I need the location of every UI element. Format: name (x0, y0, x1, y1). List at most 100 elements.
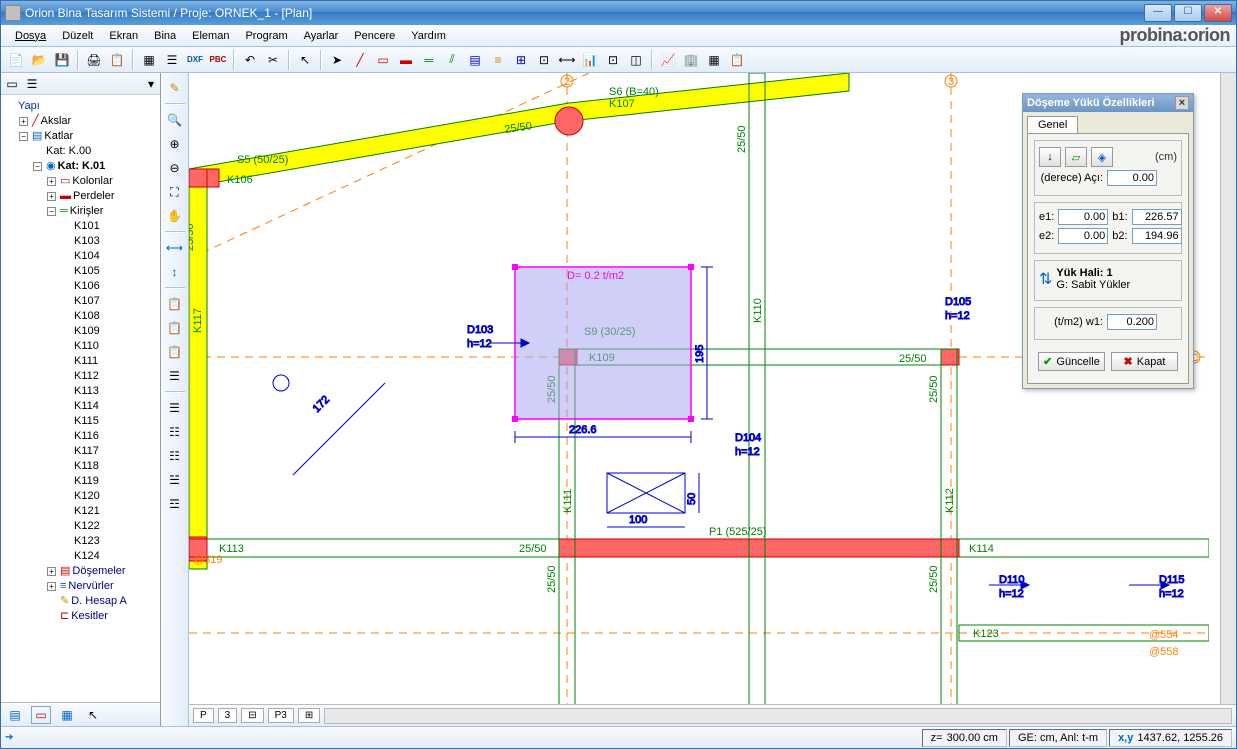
canvas-hscroll[interactable] (324, 708, 1232, 724)
view-tab-p[interactable]: P (193, 708, 214, 723)
copy2-tool[interactable]: 📋 (164, 317, 186, 339)
up-down-icon[interactable]: ⇅ (1039, 269, 1052, 289)
kapat-button[interactable]: ✖Kapat (1111, 352, 1178, 371)
b1-input[interactable] (1132, 209, 1182, 225)
tree-plan-icon[interactable]: ▭ (3, 75, 21, 93)
tab-structure-icon[interactable]: ▤ (5, 706, 25, 724)
tree-beam-item[interactable]: K124 (61, 549, 158, 564)
paste-tool[interactable]: 📋 (164, 341, 186, 363)
plan-canvas[interactable]: 2 3 C B K106 S5 (50/25) 25/50 K10 (189, 73, 1220, 704)
wall-tool[interactable]: ▬ (395, 49, 417, 71)
beam-tool[interactable]: ═ (418, 49, 440, 71)
tree-dhesap[interactable]: D. Hesap A (71, 594, 127, 609)
zoom-in-tool[interactable]: ⊕ (164, 133, 186, 155)
table-button[interactable]: ▦ (703, 49, 725, 71)
print-button[interactable]: 🖨 (83, 49, 105, 71)
tree-beam-item[interactable]: K120 (61, 489, 158, 504)
beam2-tool[interactable]: ⫽ (441, 49, 463, 71)
project-tree[interactable]: Yapı +╱ Akslar −▤ Katlar Kat: K.00 −◉ Ka… (1, 95, 160, 702)
tree-nervurler[interactable]: Nervürler (68, 579, 113, 594)
tree-kesitler[interactable]: Kesitler (71, 609, 108, 624)
tree-view-icon[interactable]: ☰ (23, 75, 41, 93)
tab-plan-icon[interactable]: ▭ (31, 706, 51, 724)
e1-input[interactable] (1058, 209, 1108, 225)
list2-tool[interactable]: ☰ (164, 397, 186, 419)
pan-tool[interactable]: ✋ (164, 205, 186, 227)
tree-kat00[interactable]: Kat: K.00 (46, 144, 91, 159)
maximize-button[interactable]: ☐ (1174, 4, 1202, 22)
e2-input[interactable] (1058, 228, 1108, 244)
guncelle-button[interactable]: ✔Güncelle (1038, 352, 1105, 371)
menu-ekran[interactable]: Ekran (101, 28, 146, 44)
pencil-tool[interactable]: ✎ (164, 77, 186, 99)
tree-beam-item[interactable]: K104 (61, 249, 158, 264)
tree-beam-item[interactable]: K119 (61, 474, 158, 489)
tree-beam-item[interactable]: K106 (61, 279, 158, 294)
building-button[interactable]: 🏢 (680, 49, 702, 71)
column-tool[interactable]: ▭ (372, 49, 394, 71)
copy-button[interactable]: 📋 (106, 49, 128, 71)
tree-drop-icon[interactable]: ▾ (144, 75, 158, 93)
new-file-button[interactable]: 📄 (5, 49, 27, 71)
zoom-out-tool[interactable]: ⊖ (164, 157, 186, 179)
tree-kat01[interactable]: Kat: K.01 (58, 159, 106, 174)
list3-tool[interactable]: ☷ (164, 421, 186, 443)
tree-kolonlar[interactable]: Kolonlar (72, 174, 112, 189)
tree-dosemeler[interactable]: Döşemeler (72, 564, 125, 579)
list5-tool[interactable]: ☱ (164, 469, 186, 491)
w1-input[interactable] (1107, 314, 1157, 330)
redo-button[interactable]: ✂ (262, 49, 284, 71)
tree-beam-item[interactable]: K115 (61, 414, 158, 429)
tab-model-icon[interactable]: ▦ (57, 706, 77, 724)
layers-button[interactable]: ☰ (161, 49, 183, 71)
dim-tool[interactable]: ⟷ (556, 49, 578, 71)
rib-tool[interactable]: ≡ (487, 49, 509, 71)
canvas-vscroll[interactable] (1220, 73, 1236, 704)
pointer-tool[interactable]: ➤ (326, 49, 348, 71)
tree-beam-item[interactable]: K107 (61, 294, 158, 309)
b2-input[interactable] (1132, 228, 1182, 244)
zoom-tool[interactable]: 🔍 (164, 109, 186, 131)
tab-genel[interactable]: Genel (1027, 116, 1078, 133)
dxf-button[interactable]: DXF (184, 49, 206, 71)
angle-input[interactable] (1107, 170, 1157, 186)
tree-beam-item[interactable]: K111 (61, 354, 158, 369)
minimize-button[interactable]: — (1144, 4, 1172, 22)
view-tab-p3[interactable]: P3 (268, 708, 294, 723)
copy-tool[interactable]: 📋 (164, 293, 186, 315)
tree-beam-item[interactable]: K112 (61, 369, 158, 384)
tree-beam-item[interactable]: K110 (61, 339, 158, 354)
save-button[interactable]: 💾 (51, 49, 73, 71)
tree-perdeler[interactable]: Perdeler (73, 189, 115, 204)
select-tool[interactable]: ↖ (294, 49, 316, 71)
tree-beam-item[interactable]: K105 (61, 264, 158, 279)
tree-beam-item[interactable]: K116 (61, 429, 158, 444)
menu-program[interactable]: Program (237, 28, 295, 44)
panel-close-button[interactable]: × (1175, 96, 1189, 110)
list6-tool[interactable]: ☲ (164, 493, 186, 515)
tree-beam-item[interactable]: K123 (61, 534, 158, 549)
view-tab-split2[interactable]: ⊞ (298, 708, 320, 723)
undo-button[interactable]: ↶ (239, 49, 261, 71)
pbc-button[interactable]: PBC (207, 49, 229, 71)
zoom-fit-tool[interactable]: ⛶ (164, 181, 186, 203)
chart-tool[interactable]: 📊 (579, 49, 601, 71)
tree-root[interactable]: Yapı (18, 99, 40, 114)
view-tab-3[interactable]: 3 (218, 708, 238, 723)
arrow-down-icon[interactable]: ↓ (1039, 147, 1061, 167)
load-tool[interactable]: ⊞ (510, 49, 532, 71)
tree-beam-item[interactable]: K101 (61, 219, 158, 234)
menu-eleman[interactable]: Eleman (184, 28, 237, 44)
tree-beam-item[interactable]: K122 (61, 519, 158, 534)
tree-katlar[interactable]: Katlar (44, 129, 73, 144)
list1-tool[interactable]: ☰ (164, 365, 186, 387)
dim-v-tool[interactable]: ↕ (164, 261, 186, 283)
tree-beam-item[interactable]: K118 (61, 459, 158, 474)
menu-bina[interactable]: Bina (146, 28, 184, 44)
tree-kirisler[interactable]: Kirişler (70, 204, 104, 219)
tree-beam-item[interactable]: K108 (61, 309, 158, 324)
menu-yardim[interactable]: Yardım (403, 28, 454, 44)
iso-icon[interactable]: ◈ (1091, 147, 1113, 167)
tree-beam-item[interactable]: K109 (61, 324, 158, 339)
slab-tool[interactable]: ▤ (464, 49, 486, 71)
